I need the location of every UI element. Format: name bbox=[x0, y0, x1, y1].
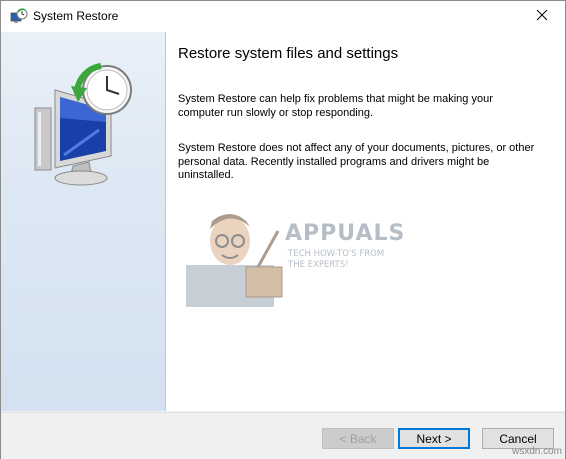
button-bar: < Back Next > Cancel bbox=[1, 412, 565, 459]
mascot-icon bbox=[186, 214, 283, 307]
close-button[interactable] bbox=[519, 1, 565, 32]
back-button[interactable]: < Back bbox=[322, 428, 394, 449]
window-title: System Restore bbox=[33, 9, 119, 23]
watermark-tagline: TECH HOW-TO'S FROM THE EXPERTS! bbox=[288, 249, 385, 270]
site-watermark: wsxdn.com bbox=[511, 446, 562, 457]
left-panel bbox=[1, 32, 166, 411]
content-area: Restore system files and settings System… bbox=[166, 32, 565, 411]
next-button[interactable]: Next > bbox=[398, 428, 470, 449]
system-restore-icon bbox=[10, 8, 28, 26]
info-text: System Restore does not affect any of yo… bbox=[178, 142, 535, 181]
close-icon bbox=[536, 8, 548, 26]
system-restore-window: System Restore Restore system files and … bbox=[0, 0, 566, 459]
appuals-watermark: APPUALS TECH HOW-TO'S FROM THE EXPERTS! bbox=[186, 207, 406, 307]
title-bar[interactable]: System Restore bbox=[1, 1, 565, 32]
watermark-brand: APPUALS bbox=[285, 221, 406, 246]
computer-restore-clock-icon bbox=[29, 60, 139, 190]
description-text: System Restore can help fix problems tha… bbox=[178, 93, 493, 119]
page-title: Restore system files and settings bbox=[178, 45, 399, 62]
